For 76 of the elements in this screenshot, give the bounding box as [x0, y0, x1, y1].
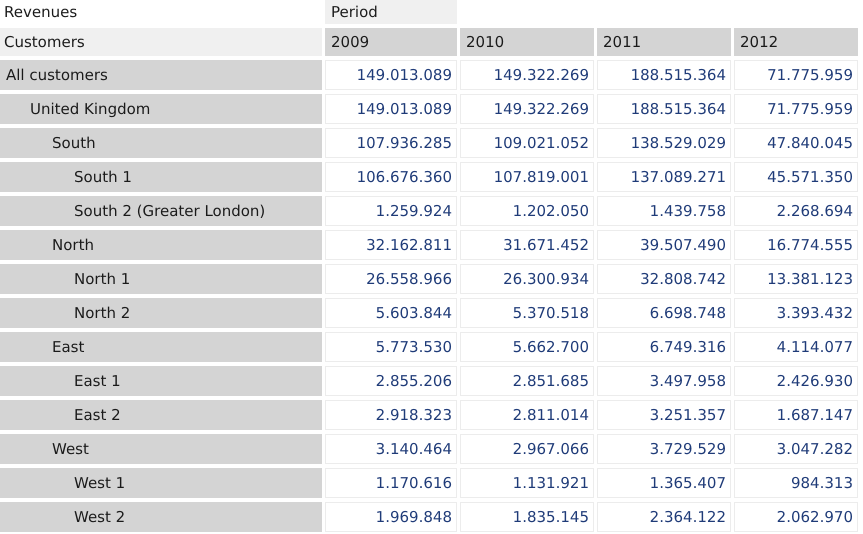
value-cell: 107.936.285: [325, 128, 457, 158]
column-header[interactable]: 2010: [460, 28, 594, 56]
row-header[interactable]: All customers: [0, 60, 322, 90]
row-header[interactable]: North: [0, 230, 322, 260]
value-cell: 1.170.616: [325, 468, 457, 498]
value-cell: 32.162.811: [325, 230, 457, 260]
value-cell: 1.202.050: [460, 196, 594, 226]
value-cell: 1.365.407: [597, 468, 731, 498]
value-cell: 31.671.452: [460, 230, 594, 260]
value-cell: 3.393.432: [734, 298, 858, 328]
value-cell: 3.251.357: [597, 400, 731, 430]
value-cell: 1.969.848: [325, 502, 457, 532]
value-cell: 1.687.147: [734, 400, 858, 430]
value-cell: 2.062.970: [734, 502, 858, 532]
value-cell: 45.571.350: [734, 162, 858, 192]
value-cell: 1.259.924: [325, 196, 457, 226]
value-cell: 32.808.742: [597, 264, 731, 294]
value-cell: 16.774.555: [734, 230, 858, 260]
value-cell: 149.013.089: [325, 60, 457, 90]
value-cell: 2.851.685: [460, 366, 594, 396]
value-cell: 71.775.959: [734, 60, 858, 90]
value-cell: 2.268.694: [734, 196, 858, 226]
value-cell: 149.322.269: [460, 60, 594, 90]
value-cell: 188.515.364: [597, 94, 731, 124]
row-header[interactable]: East 1: [0, 366, 322, 396]
row-header[interactable]: West 2: [0, 502, 322, 532]
value-cell: 2.918.323: [325, 400, 457, 430]
value-cell: 39.507.490: [597, 230, 731, 260]
row-header[interactable]: South 2 (Greater London): [0, 196, 322, 226]
row-header[interactable]: North 2: [0, 298, 322, 328]
value-cell: 47.840.045: [734, 128, 858, 158]
value-cell: 3.497.958: [597, 366, 731, 396]
column-header[interactable]: 2012: [734, 28, 858, 56]
value-cell: 26.558.966: [325, 264, 457, 294]
value-cell: 3.140.464: [325, 434, 457, 464]
value-cell: 2.855.206: [325, 366, 457, 396]
column-dimension-header[interactable]: Period: [325, 0, 457, 24]
value-cell: 71.775.959: [734, 94, 858, 124]
value-cell: 2.364.122: [597, 502, 731, 532]
column-header[interactable]: 2011: [597, 28, 731, 56]
value-cell: 6.749.316: [597, 332, 731, 362]
value-cell: 1.439.758: [597, 196, 731, 226]
value-cell: 26.300.934: [460, 264, 594, 294]
value-cell: 13.381.123: [734, 264, 858, 294]
row-header[interactable]: South: [0, 128, 322, 158]
row-header[interactable]: North 1: [0, 264, 322, 294]
value-cell: 188.515.364: [597, 60, 731, 90]
value-cell: 1.835.145: [460, 502, 594, 532]
value-cell: 6.698.748: [597, 298, 731, 328]
value-cell: 5.662.700: [460, 332, 594, 362]
row-header[interactable]: East: [0, 332, 322, 362]
value-cell: 1.131.921: [460, 468, 594, 498]
row-header[interactable]: West 1: [0, 468, 322, 498]
row-dimension-header[interactable]: Customers: [0, 28, 322, 56]
value-cell: 5.603.844: [325, 298, 457, 328]
value-cell: 984.313: [734, 468, 858, 498]
row-header[interactable]: West: [0, 434, 322, 464]
value-cell: 149.322.269: [460, 94, 594, 124]
row-header[interactable]: South 1: [0, 162, 322, 192]
value-cell: 2.426.930: [734, 366, 858, 396]
value-cell: 3.047.282: [734, 434, 858, 464]
value-cell: 5.773.530: [325, 332, 457, 362]
value-cell: 2.967.066: [460, 434, 594, 464]
value-cell: 2.811.014: [460, 400, 594, 430]
column-header[interactable]: 2009: [325, 28, 457, 56]
value-cell: 106.676.360: [325, 162, 457, 192]
value-cell: 4.114.077: [734, 332, 858, 362]
value-cell: 3.729.529: [597, 434, 731, 464]
value-cell: 138.529.029: [597, 128, 731, 158]
row-header[interactable]: United Kingdom: [0, 94, 322, 124]
row-header[interactable]: East 2: [0, 400, 322, 430]
value-cell: 149.013.089: [325, 94, 457, 124]
value-cell: 107.819.001: [460, 162, 594, 192]
value-cell: 137.089.271: [597, 162, 731, 192]
value-cell: 109.021.052: [460, 128, 594, 158]
value-cell: 5.370.518: [460, 298, 594, 328]
